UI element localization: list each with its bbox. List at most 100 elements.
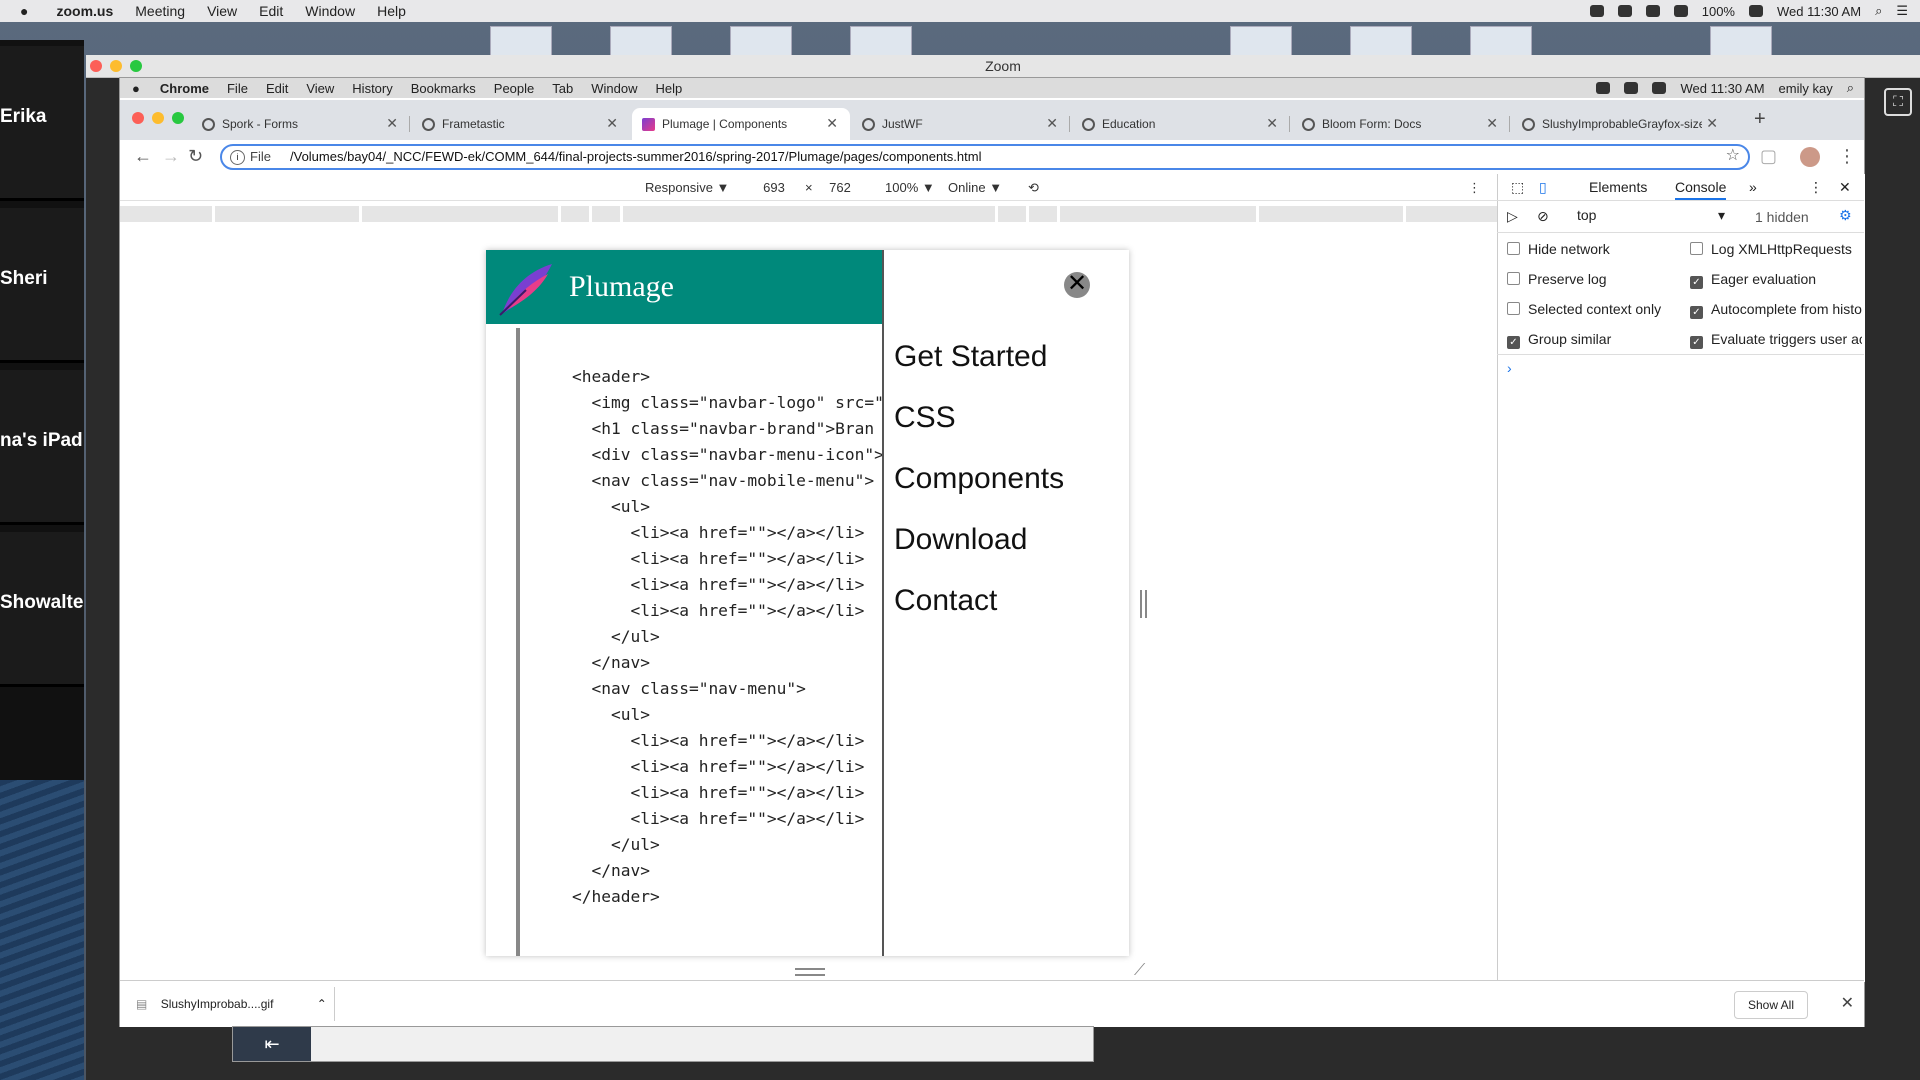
close-tab-icon[interactable]: ✕ — [386, 115, 398, 132]
checkbox-box[interactable] — [1507, 302, 1520, 315]
nav-link-contact[interactable]: Contact — [894, 584, 1064, 645]
menu-app-name[interactable]: zoom.us — [56, 3, 113, 19]
desktop-thumbnail[interactable] — [1470, 26, 1532, 56]
battery-icon[interactable] — [1748, 5, 1763, 17]
media-query-segment[interactable] — [120, 206, 215, 222]
download-item[interactable]: ▤ SlushyImprobab....gif ⌃ — [136, 997, 327, 1011]
checkbox-box[interactable] — [1507, 242, 1520, 255]
checkbox-selected-context[interactable]: Selected context only — [1507, 301, 1661, 317]
media-query-segment[interactable] — [1406, 206, 1500, 222]
hidden-messages-count[interactable]: 1 hidden — [1755, 209, 1809, 225]
chevron-up-icon[interactable]: ⌃ — [317, 997, 327, 1011]
close-tab-icon[interactable]: ✕ — [1266, 115, 1278, 132]
checkbox-preserve-log[interactable]: Preserve log — [1507, 271, 1607, 287]
participant-tile[interactable]: Erika — [0, 46, 84, 201]
participant-tile[interactable]: Showalte — [0, 532, 84, 687]
battery-percent[interactable]: 100% — [1702, 4, 1735, 19]
viewport-width-input[interactable]: 693 — [756, 180, 792, 195]
tab-bloom-form-docs[interactable]: Bloom Form: Docs ✕ — [1292, 108, 1510, 140]
profile-avatar[interactable] — [1800, 147, 1820, 167]
sidebar-toggle-icon[interactable]: ▷ — [1507, 208, 1518, 225]
checkbox-group-similar[interactable]: ✓ Group similar — [1507, 331, 1611, 349]
close-window-button[interactable] — [132, 112, 144, 124]
checkbox-box[interactable]: ✓ — [1690, 306, 1703, 319]
console-settings-gear-icon[interactable]: ⚙ — [1839, 207, 1852, 224]
menu-item-help[interactable]: Help — [655, 81, 682, 96]
network-throttle-dropdown[interactable]: Online ▼ — [948, 180, 1002, 195]
checkbox-box[interactable]: ✓ — [1690, 276, 1703, 289]
close-tab-icon[interactable]: ✕ — [1706, 115, 1718, 132]
device-toolbar-toggle-icon[interactable]: ▯ — [1539, 179, 1547, 196]
chrome-menu-icon[interactable]: ⋮ — [1838, 146, 1856, 167]
chat-status-icon[interactable] — [1617, 5, 1632, 17]
collapse-panel-icon[interactable]: ⇤ — [233, 1027, 311, 1061]
desktop-thumbnail[interactable] — [850, 26, 912, 56]
checkbox-box[interactable] — [1507, 272, 1520, 285]
media-query-bar[interactable] — [120, 206, 1500, 222]
devtools-menu-icon[interactable]: ⋮ — [1809, 179, 1823, 196]
checkbox-eager-evaluation[interactable]: ✓ Eager evaluation — [1690, 271, 1816, 289]
zoom-window-button[interactable] — [130, 60, 142, 72]
menu-item-history[interactable]: History — [352, 81, 392, 96]
nav-link-get-started[interactable]: Get Started — [894, 340, 1064, 401]
menu-item-edit[interactable]: Edit — [266, 81, 288, 96]
status-icon[interactable] — [1624, 82, 1639, 94]
checkbox-log-xhr[interactable]: Log XMLHttpRequests — [1690, 241, 1852, 257]
menu-item-window[interactable]: Window — [591, 81, 637, 96]
close-tab-icon[interactable]: ✕ — [1486, 115, 1498, 132]
wifi-icon[interactable] — [1652, 82, 1667, 94]
nav-link-css[interactable]: CSS — [894, 401, 1064, 462]
desktop-thumbnail[interactable] — [490, 26, 552, 56]
viewport-resize-corner-icon[interactable]: ⟋ — [1134, 962, 1145, 980]
tab-frametastic[interactable]: Frametastic ✕ — [412, 108, 630, 140]
zoom-status-icon[interactable] — [1589, 5, 1604, 17]
volume-icon[interactable] — [1673, 5, 1688, 17]
menu-item-edit[interactable]: Edit — [259, 3, 283, 19]
close-tab-icon[interactable]: ✕ — [606, 115, 618, 132]
tab-console[interactable]: Console — [1675, 179, 1727, 200]
zoom-dropdown[interactable]: 100% ▼ — [885, 180, 935, 195]
more-tabs-icon[interactable]: » — [1749, 179, 1757, 195]
wifi-icon[interactable] — [1645, 5, 1660, 17]
menu-item-tab[interactable]: Tab — [552, 81, 573, 96]
fullscreen-icon[interactable]: ⛶ — [1884, 88, 1912, 116]
checkbox-box[interactable] — [1690, 242, 1703, 255]
show-all-button[interactable]: Show All — [1734, 991, 1808, 1019]
menu-item-people[interactable]: People — [494, 81, 534, 96]
close-menu-icon[interactable]: ✕ — [1064, 272, 1090, 298]
tab-slushy-gif[interactable]: SlushyImprobableGrayfox-size ✕ — [1512, 108, 1730, 140]
media-query-segment[interactable] — [1259, 206, 1406, 222]
forward-icon[interactable]: → — [162, 146, 180, 167]
tab-elements[interactable]: Elements — [1589, 179, 1647, 195]
console-prompt[interactable]: › — [1507, 360, 1512, 376]
tab-spork-forms[interactable]: Spork - Forms ✕ — [192, 108, 410, 140]
download-filename[interactable]: SlushyImprobab....gif — [161, 997, 274, 1011]
checkbox-box[interactable]: ✓ — [1507, 336, 1520, 349]
apple-icon[interactable]: ● — [20, 3, 28, 19]
close-devtools-icon[interactable]: ✕ — [1839, 179, 1851, 196]
reload-icon[interactable]: ↻ — [188, 146, 203, 167]
apple-icon[interactable]: ● — [132, 81, 140, 96]
viewport-height-input[interactable]: 762 — [822, 180, 858, 195]
menu-item-meeting[interactable]: Meeting — [135, 3, 185, 19]
menu-app-name[interactable]: Chrome — [160, 81, 209, 96]
close-tab-icon[interactable]: ✕ — [826, 115, 838, 132]
checkbox-autocomplete[interactable]: ✓ Autocomplete from histo — [1690, 301, 1862, 319]
bookmark-star-icon[interactable]: ☆ — [1726, 145, 1740, 167]
status-icon[interactable] — [1596, 82, 1611, 94]
menu-clock[interactable]: Wed 11:30 AM — [1777, 4, 1861, 19]
minimize-window-button[interactable] — [152, 112, 164, 124]
checkbox-box[interactable]: ✓ — [1690, 336, 1703, 349]
media-query-segment[interactable] — [215, 206, 362, 222]
desktop-thumbnail[interactable] — [610, 26, 672, 56]
inspect-element-icon[interactable]: ⬚ — [1511, 179, 1524, 196]
nav-link-download[interactable]: Download — [894, 523, 1064, 584]
menu-item-view[interactable]: View — [306, 81, 334, 96]
participant-tile[interactable]: Sheri — [0, 208, 84, 363]
close-downloads-icon[interactable]: ✕ — [1841, 993, 1854, 1013]
spotlight-search-icon[interactable]: ⌕ — [1847, 80, 1854, 96]
nav-link-components[interactable]: Components — [894, 462, 1064, 523]
media-query-segment[interactable] — [1060, 206, 1259, 222]
close-window-button[interactable] — [90, 60, 102, 72]
back-icon[interactable]: ← — [134, 146, 152, 167]
